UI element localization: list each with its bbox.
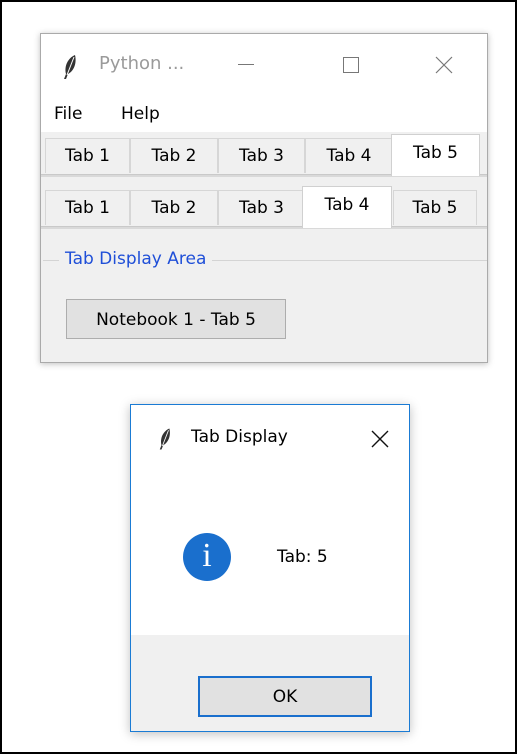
window-title: Python ... [99,53,185,74]
close-icon [435,56,453,74]
minimize-button[interactable] [223,48,269,82]
notebook-2-tab-1[interactable]: Tab 1 [45,190,130,225]
notebook-2-tabs: Tab 1 Tab 2 Tab 3 Tab 4 Tab 5 [41,184,487,229]
dialog-close-button[interactable] [363,423,397,455]
notebook-2-tab-5[interactable]: Tab 5 [393,190,477,225]
title-bar[interactable]: Python ... [41,34,487,96]
menu-bar: File Help [41,96,487,132]
message-dialog: Tab Display i Tab: 5 OK [130,404,410,732]
notebook-2-tab-3[interactable]: Tab 3 [218,190,305,225]
notebook-1-tab-2[interactable]: Tab 2 [130,138,218,173]
notebook-2-tab-4[interactable]: Tab 4 [302,186,392,228]
feather-icon [159,428,170,450]
minimize-icon [238,64,254,65]
dialog-title: Tab Display [191,427,288,447]
maximize-icon [343,57,359,73]
feather-icon [64,55,76,79]
group-title: Tab Display Area [59,249,213,269]
screenshot-frame: Python ... File Help Tab 1 Tab 2 Tab 3 T… [0,0,517,754]
main-window: Python ... File Help Tab 1 Tab 2 Tab 3 T… [40,33,488,363]
dialog-message: Tab: 5 [277,547,328,567]
notebook-1-tab-5[interactable]: Tab 5 [391,134,480,176]
close-icon [371,430,389,448]
menu-file[interactable]: File [54,104,82,124]
notebook-1-tabs: Tab 1 Tab 2 Tab 3 Tab 4 Tab 5 [41,132,487,177]
notebook-1-tab-3[interactable]: Tab 3 [218,138,305,173]
notebook-tab-button[interactable]: Notebook 1 - Tab 5 [66,299,286,339]
menu-help[interactable]: Help [121,104,160,124]
ok-button[interactable]: OK [198,676,372,717]
notebook-2-border [41,226,487,229]
dialog-footer: OK [131,635,409,731]
notebook-1-tab-4[interactable]: Tab 4 [305,138,393,173]
tab-display-group: Tab Display Area Notebook 1 - Tab 5 [43,249,487,360]
notebook-2-tab-2[interactable]: Tab 2 [130,190,218,225]
close-button[interactable] [421,48,467,82]
info-icon: i [183,533,231,581]
notebook-1-tab-1[interactable]: Tab 1 [45,138,130,173]
maximize-button[interactable] [328,48,374,82]
